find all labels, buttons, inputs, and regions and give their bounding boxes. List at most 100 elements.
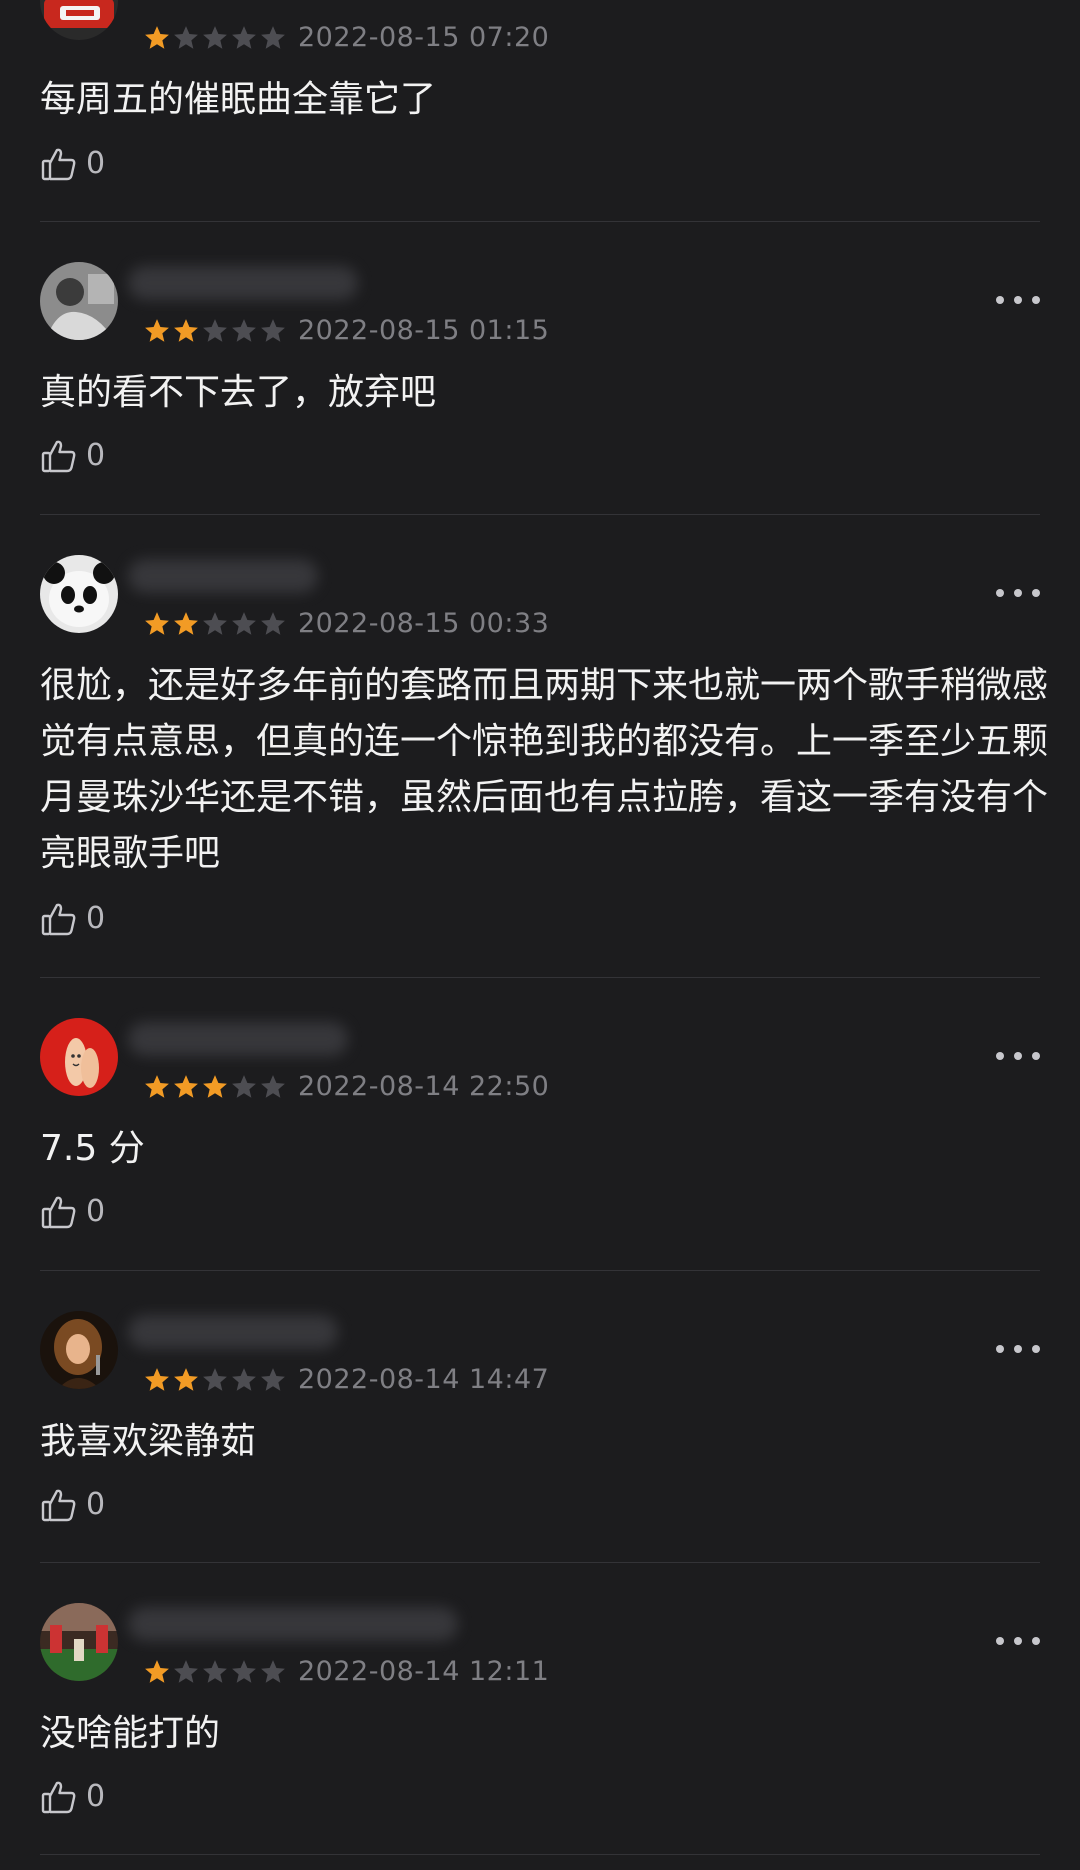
- dot-icon: [1032, 1345, 1040, 1353]
- dot-icon: [1032, 1052, 1040, 1060]
- avatar[interactable]: [40, 262, 118, 340]
- star-filled-icon: [174, 612, 198, 635]
- like-button[interactable]: 0: [40, 1483, 105, 1527]
- star-empty-icon: [261, 26, 285, 49]
- star-empty-icon: [261, 1075, 285, 1098]
- star-empty-icon: [174, 1660, 198, 1683]
- more-options-button[interactable]: [996, 1339, 1040, 1359]
- star-empty-icon: [232, 1075, 256, 1098]
- star-empty-icon: [232, 1368, 256, 1391]
- star-empty-icon: [261, 1368, 285, 1391]
- star-empty-icon: [203, 612, 227, 635]
- thumbs-up-icon: [40, 145, 78, 183]
- comment-text: 我喜欢梁静茹: [40, 1421, 257, 1462]
- star-filled-icon: [145, 1660, 169, 1683]
- comment-item: 2022-08-15 00:33 很尬，还是好多年前的套路而且两期下来也就一两个…: [0, 515, 1080, 978]
- like-button[interactable]: 0: [40, 1190, 105, 1234]
- star-empty-icon: [232, 612, 256, 635]
- like-button[interactable]: 0: [40, 142, 105, 186]
- avatar[interactable]: [40, 555, 118, 633]
- star-empty-icon: [232, 26, 256, 49]
- dot-icon: [1014, 1345, 1022, 1353]
- star-empty-icon: [261, 1660, 285, 1683]
- comment-text: 很尬，还是好多年前的套路而且两期下来也就一两个歌手稍微感觉有点意思，但真的连一个…: [40, 665, 1049, 874]
- divider: [40, 1854, 1040, 1855]
- star-filled-icon: [174, 319, 198, 342]
- comment-timestamp: 2022-08-14 22:50: [298, 1071, 550, 1102]
- dot-icon: [996, 1345, 1004, 1353]
- star-filled-icon: [174, 1368, 198, 1391]
- username-blurred: [128, 1315, 338, 1349]
- star-empty-icon: [174, 26, 198, 49]
- dot-icon: [1014, 589, 1022, 597]
- avatar[interactable]: [40, 1603, 118, 1681]
- like-count: 0: [86, 1779, 106, 1814]
- avatar[interactable]: [40, 1018, 118, 1096]
- comment-item: 2022-08-14 14:47 我喜欢梁静茹 0: [0, 1271, 1080, 1563]
- more-options-button[interactable]: [996, 290, 1040, 310]
- comment-text: 没啥能打的: [40, 1713, 221, 1754]
- star-rating: [143, 317, 287, 345]
- like-count: 0: [86, 1194, 106, 1229]
- more-options-button[interactable]: [996, 1631, 1040, 1651]
- comment-list: 2022-08-15 07:20 每周五的催眠曲全靠它了 0 2022-08-1…: [0, 0, 1080, 1870]
- like-count: 0: [86, 438, 106, 473]
- comment-item: 2022-08-14 12:11 没啥能打的 0: [0, 1563, 1080, 1870]
- star-empty-icon: [203, 1368, 227, 1391]
- star-rating: [143, 1366, 287, 1394]
- like-count: 0: [86, 146, 106, 181]
- star-empty-icon: [261, 319, 285, 342]
- comment-timestamp: 2022-08-15 00:33: [298, 608, 550, 639]
- dot-icon: [996, 1052, 1004, 1060]
- star-rating: [143, 24, 287, 52]
- dot-icon: [996, 296, 1004, 304]
- dot-icon: [1032, 296, 1040, 304]
- star-filled-icon: [145, 1075, 169, 1098]
- star-empty-icon: [203, 319, 227, 342]
- username-blurred: [128, 1607, 458, 1641]
- thumbs-up-icon: [40, 1193, 78, 1231]
- star-empty-icon: [261, 612, 285, 635]
- star-filled-icon: [145, 319, 169, 342]
- username-blurred: [128, 1022, 348, 1056]
- comment-item: 2022-08-15 07:20 每周五的催眠曲全靠它了 0: [0, 0, 1080, 222]
- like-count: 0: [86, 1487, 106, 1522]
- dot-icon: [1014, 1637, 1022, 1645]
- comment-text: 每周五的催眠曲全靠它了: [40, 79, 437, 120]
- more-options-button[interactable]: [996, 1046, 1040, 1066]
- like-button[interactable]: 0: [40, 1775, 105, 1819]
- dot-icon: [1032, 1637, 1040, 1645]
- thumbs-up-icon: [40, 1778, 78, 1816]
- more-options-button[interactable]: [996, 583, 1040, 603]
- like-button[interactable]: 0: [40, 897, 105, 941]
- star-rating: [143, 610, 287, 638]
- comment-timestamp: 2022-08-15 01:15: [298, 315, 550, 346]
- dot-icon: [996, 1637, 1004, 1645]
- star-empty-icon: [203, 26, 227, 49]
- like-button[interactable]: 0: [40, 434, 105, 478]
- comment-timestamp: 2022-08-15 07:20: [298, 22, 550, 53]
- avatar[interactable]: [40, 1311, 118, 1389]
- star-rating: [143, 1073, 287, 1101]
- username-blurred: [128, 266, 358, 300]
- star-filled-icon: [145, 26, 169, 49]
- comment-timestamp: 2022-08-14 14:47: [298, 1364, 550, 1395]
- comment-item: 2022-08-14 22:50 7.5 分 0: [0, 978, 1080, 1271]
- star-filled-icon: [145, 1368, 169, 1391]
- dot-icon: [1032, 589, 1040, 597]
- username-blurred: [128, 559, 318, 593]
- thumbs-up-icon: [40, 1486, 78, 1524]
- comment-item: 2022-08-15 01:15 真的看不下去了，放弃吧 0: [0, 222, 1080, 515]
- avatar[interactable]: [40, 0, 118, 40]
- dot-icon: [1014, 1052, 1022, 1060]
- comment-timestamp: 2022-08-14 12:11: [298, 1656, 550, 1687]
- thumbs-up-icon: [40, 900, 78, 938]
- thumbs-up-icon: [40, 437, 78, 475]
- dot-icon: [1014, 296, 1022, 304]
- star-rating: [143, 1658, 287, 1686]
- star-empty-icon: [232, 319, 256, 342]
- like-count: 0: [86, 901, 106, 936]
- star-empty-icon: [232, 1660, 256, 1683]
- star-filled-icon: [174, 1075, 198, 1098]
- comment-text: 7.5 分: [40, 1128, 145, 1169]
